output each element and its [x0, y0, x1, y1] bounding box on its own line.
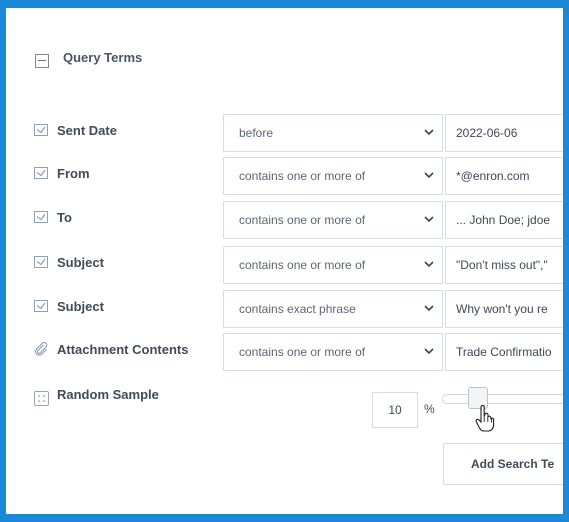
query-builder-panel: Query Terms Sent Date before 2022-06-06 …	[6, 8, 563, 514]
query-row-from: From contains one or more of *@enron.com	[6, 157, 563, 195]
chevron-down-icon	[424, 129, 434, 136]
value-text: ... John Doe; jdoe	[456, 213, 551, 227]
operator-value: before	[239, 126, 274, 140]
operator-select[interactable]: contains one or more of	[223, 157, 443, 195]
random-sample-label: Random Sample	[57, 387, 159, 402]
value-input[interactable]: "Don't miss out","	[445, 246, 563, 284]
value-input[interactable]: ... John Doe; jdoe	[445, 201, 563, 239]
percent-sign: %	[424, 402, 435, 416]
operator-value: contains one or more of	[239, 213, 366, 227]
random-sample-checkbox-icon[interactable]	[34, 391, 49, 406]
value-input[interactable]: Trade Confirmatio	[445, 333, 563, 371]
sample-percent-value: 10	[388, 403, 402, 417]
operator-select[interactable]: before	[223, 114, 443, 152]
field-label: Subject	[57, 299, 104, 314]
value-input[interactable]: *@enron.com	[445, 157, 563, 195]
checked-checkbox-icon[interactable]	[34, 300, 48, 312]
value-text: "Don't miss out","	[456, 258, 548, 272]
chevron-down-icon	[424, 305, 434, 312]
chevron-down-icon	[424, 172, 434, 179]
add-search-term-label: Add Search Te	[471, 457, 555, 471]
query-row-attachment-contents: Attachment Contents contains one or more…	[6, 333, 563, 371]
operator-select[interactable]: contains one or more of	[223, 333, 443, 371]
field-label: Sent Date	[57, 123, 117, 138]
sample-percent-input[interactable]: 10	[372, 392, 418, 428]
section-title: Query Terms	[63, 50, 143, 65]
chevron-down-icon	[424, 261, 434, 268]
value-input[interactable]: 2022-06-06	[445, 114, 563, 152]
field-label: Subject	[57, 255, 104, 270]
operator-select[interactable]: contains one or more of	[223, 201, 443, 239]
operator-select[interactable]: contains one or more of	[223, 246, 443, 284]
value-text: 2022-06-06	[456, 126, 518, 140]
chevron-down-icon	[424, 348, 434, 355]
checked-checkbox-icon[interactable]	[34, 124, 48, 136]
value-input[interactable]: Why won't you re	[445, 290, 563, 328]
query-row-sent-date: Sent Date before 2022-06-06	[6, 114, 563, 152]
field-label: Attachment Contents	[57, 342, 189, 357]
operator-value: contains one or more of	[239, 258, 366, 272]
operator-value: contains exact phrase	[239, 302, 356, 316]
paperclip-icon	[34, 342, 48, 356]
collapse-minus-icon[interactable]	[35, 54, 49, 68]
checked-checkbox-icon[interactable]	[34, 167, 48, 179]
checked-checkbox-icon[interactable]	[34, 211, 48, 223]
value-text: Why won't you re	[456, 302, 548, 316]
value-text: *@enron.com	[456, 169, 530, 183]
query-row-subject: Subject contains one or more of "Don't m…	[6, 246, 563, 284]
chevron-down-icon	[424, 216, 434, 223]
operator-value: contains one or more of	[239, 169, 366, 183]
checked-checkbox-icon[interactable]	[34, 256, 48, 268]
field-label: From	[57, 166, 90, 181]
hand-cursor-icon	[475, 405, 495, 432]
operator-select[interactable]: contains exact phrase	[223, 290, 443, 328]
value-text: Trade Confirmatio	[456, 345, 552, 359]
query-row-to: To contains one or more of ... John Doe;…	[6, 201, 563, 239]
operator-value: contains one or more of	[239, 345, 366, 359]
field-label: To	[57, 210, 72, 225]
sample-slider-track[interactable]	[442, 394, 563, 404]
query-row-subject-exact: Subject contains exact phrase Why won't …	[6, 290, 563, 328]
add-search-term-button[interactable]: Add Search Te	[443, 443, 563, 485]
